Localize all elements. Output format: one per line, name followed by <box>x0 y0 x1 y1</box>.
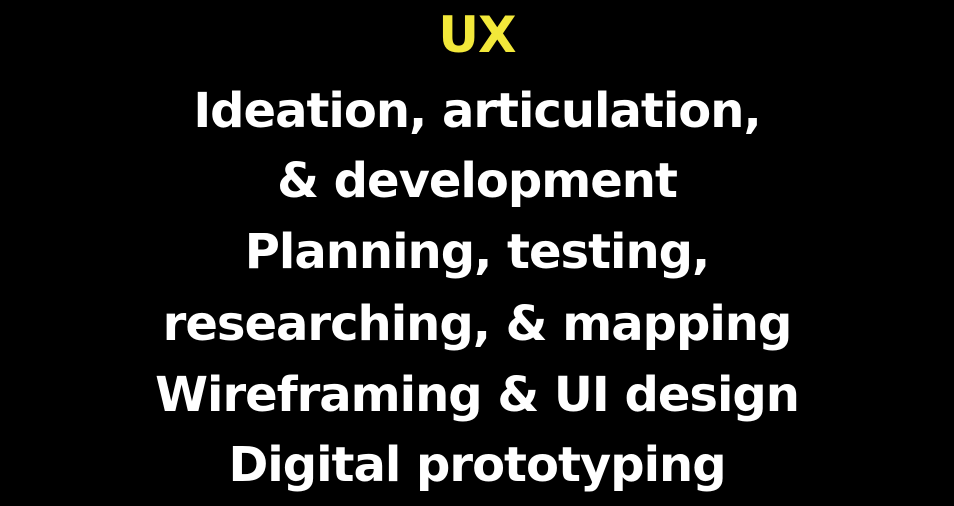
text-line-researching: researching, & mapping <box>162 296 793 352</box>
text-line-development: & development <box>277 153 678 209</box>
text-line-prototyping: Digital prototyping <box>228 437 726 493</box>
slide-heading: UX <box>438 6 516 64</box>
text-line-planning: Planning, testing, <box>244 224 711 280</box>
text-line-wireframing: Wireframing & UI design <box>155 367 800 423</box>
text-line-ideation: Ideation, articulation, <box>193 83 761 139</box>
slide: UX Ideation, articulation, & development… <box>0 0 954 506</box>
